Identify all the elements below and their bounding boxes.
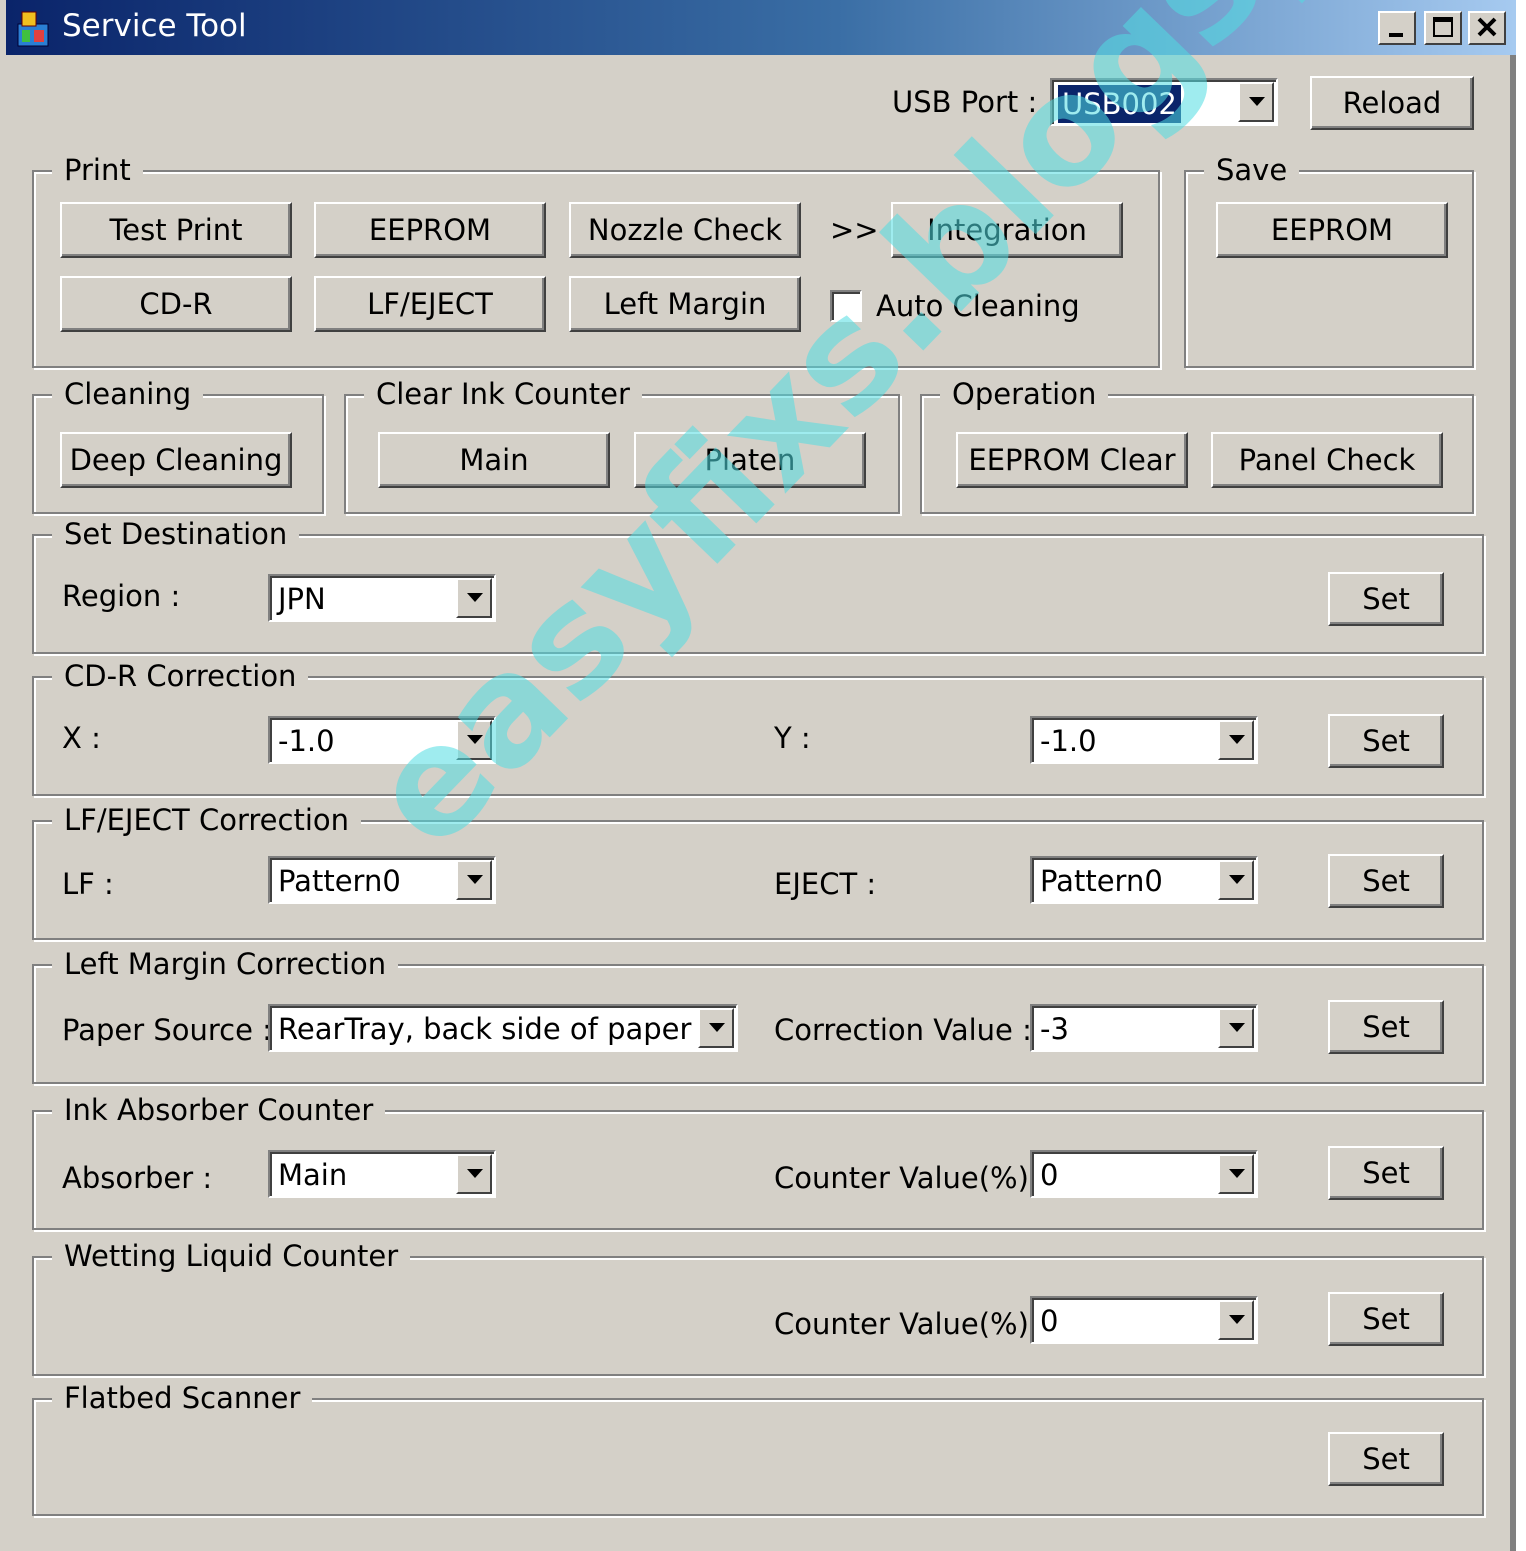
deep-cleaning-button[interactable]: Deep Cleaning [60, 432, 292, 488]
dropdown-arrow[interactable] [1218, 720, 1254, 760]
lf-label: LF : [62, 867, 114, 901]
save-group: Save [1184, 152, 1474, 368]
absorber-value: Main [278, 1158, 348, 1192]
flatbed-scanner-legend: Flatbed Scanner [52, 1380, 313, 1416]
chevron-down-icon [467, 875, 483, 884]
minimize-icon [1389, 33, 1403, 37]
print-legend: Print [52, 152, 143, 188]
cleaning-legend: Cleaning [52, 376, 204, 412]
eject-label: EJECT : [774, 867, 877, 901]
wetting-counter-value: 0 [1040, 1304, 1059, 1338]
left-margin-correction-set-button[interactable]: Set [1328, 1000, 1444, 1054]
chevron-down-icon [1229, 875, 1245, 884]
maximize-button[interactable] [1424, 11, 1462, 45]
eeprom-print-button[interactable]: EEPROM [314, 202, 546, 258]
chevron-down-icon [1229, 1023, 1245, 1032]
eject-value: Pattern0 [1040, 864, 1163, 898]
ink-counter-value-select[interactable]: 0 [1030, 1150, 1258, 1198]
wetting-set-button[interactable]: Set [1328, 1292, 1444, 1346]
chevron-down-icon [1229, 1169, 1245, 1178]
chevron-down-icon [709, 1023, 725, 1032]
paper-source-value: RearTray, back side of paper [278, 1012, 692, 1046]
left-margin-correction-legend: Left Margin Correction [52, 946, 399, 982]
wetting-counter-value-label: Counter Value(%) : [774, 1307, 1048, 1341]
cd-r-correction-set-button[interactable]: Set [1328, 714, 1444, 768]
x-value: -1.0 [278, 724, 335, 758]
absorber-label: Absorber : [62, 1161, 213, 1195]
correction-value-select[interactable]: -3 [1030, 1004, 1258, 1052]
y-select[interactable]: -1.0 [1030, 716, 1258, 764]
correction-value-label: Correction Value : [774, 1013, 1032, 1047]
service-tool-window: Service Tool USB Port : USB002 Reload Pr… [0, 0, 1526, 1551]
chevron-down-icon [1249, 97, 1265, 106]
ink-absorber-set-button[interactable]: Set [1328, 1146, 1444, 1200]
correction-value: -3 [1040, 1012, 1069, 1046]
lf-eject-correction-legend: LF/EJECT Correction [52, 802, 362, 838]
dropdown-arrow[interactable] [1218, 1008, 1254, 1048]
close-icon [1477, 17, 1497, 37]
wetting-counter-value-select[interactable]: 0 [1030, 1296, 1258, 1344]
dropdown-arrow[interactable] [1218, 860, 1254, 900]
lf-value: Pattern0 [278, 864, 401, 898]
chevron-down-icon [467, 1169, 483, 1178]
dropdown-arrow[interactable] [1238, 82, 1274, 122]
lf-eject-correction-group: LF/EJECT Correction [32, 802, 1484, 940]
nozzle-check-button[interactable]: Nozzle Check [569, 202, 801, 258]
absorber-select[interactable]: Main [268, 1150, 496, 1198]
eeprom-clear-button[interactable]: EEPROM Clear [956, 432, 1188, 488]
set-destination-legend: Set Destination [52, 516, 300, 552]
lf-eject-correction-set-button[interactable]: Set [1328, 854, 1444, 908]
dropdown-arrow[interactable] [456, 1154, 492, 1194]
region-select[interactable]: JPN [268, 574, 496, 622]
lf-eject-button[interactable]: LF/EJECT [314, 276, 546, 332]
dropdown-arrow[interactable] [1218, 1300, 1254, 1340]
window-title: Service Tool [62, 8, 247, 44]
y-label: Y : [774, 721, 811, 755]
minimize-button[interactable] [1378, 11, 1416, 45]
maximize-icon [1433, 17, 1453, 37]
paper-source-select[interactable]: RearTray, back side of paper [268, 1004, 738, 1052]
test-print-button[interactable]: Test Print [60, 202, 292, 258]
region-label: Region : [62, 579, 181, 613]
scanner-set-button[interactable]: Set [1328, 1432, 1444, 1486]
operation-legend: Operation [940, 376, 1109, 412]
clear-ink-counter-legend: Clear Ink Counter [364, 376, 642, 412]
save-eeprom-button[interactable]: EEPROM [1216, 202, 1448, 258]
app-icon [16, 10, 50, 48]
chevron-down-icon [1229, 735, 1245, 744]
cd-r-button[interactable]: CD-R [60, 276, 292, 332]
chevron-down-icon [1229, 1315, 1245, 1324]
save-legend: Save [1204, 152, 1300, 188]
destination-set-button[interactable]: Set [1328, 572, 1444, 626]
dropdown-arrow[interactable] [1218, 1154, 1254, 1194]
wetting-liquid-counter-group: Wetting Liquid Counter [32, 1238, 1484, 1376]
ink-counter-value-label: Counter Value(%) : [774, 1161, 1048, 1195]
y-value: -1.0 [1040, 724, 1097, 758]
x-label: X : [62, 721, 101, 755]
flatbed-scanner-group: Flatbed Scanner [32, 1380, 1484, 1516]
cd-r-correction-group: CD-R Correction [32, 658, 1484, 796]
close-button[interactable] [1468, 11, 1506, 45]
dropdown-arrow[interactable] [698, 1008, 734, 1048]
ink-counter-value: 0 [1040, 1158, 1059, 1192]
reload-button[interactable]: Reload [1310, 76, 1474, 130]
cd-r-correction-legend: CD-R Correction [52, 658, 309, 694]
paper-source-label: Paper Source : [62, 1013, 272, 1047]
eject-select[interactable]: Pattern0 [1030, 856, 1258, 904]
clear-main-button[interactable]: Main [378, 432, 610, 488]
ink-absorber-counter-group: Ink Absorber Counter [32, 1092, 1484, 1230]
region-value: JPN [278, 582, 326, 616]
ink-absorber-counter-legend: Ink Absorber Counter [52, 1092, 386, 1128]
chevron-down-icon [467, 593, 483, 602]
panel-check-button[interactable]: Panel Check [1211, 432, 1443, 488]
wetting-liquid-counter-legend: Wetting Liquid Counter [52, 1238, 411, 1274]
